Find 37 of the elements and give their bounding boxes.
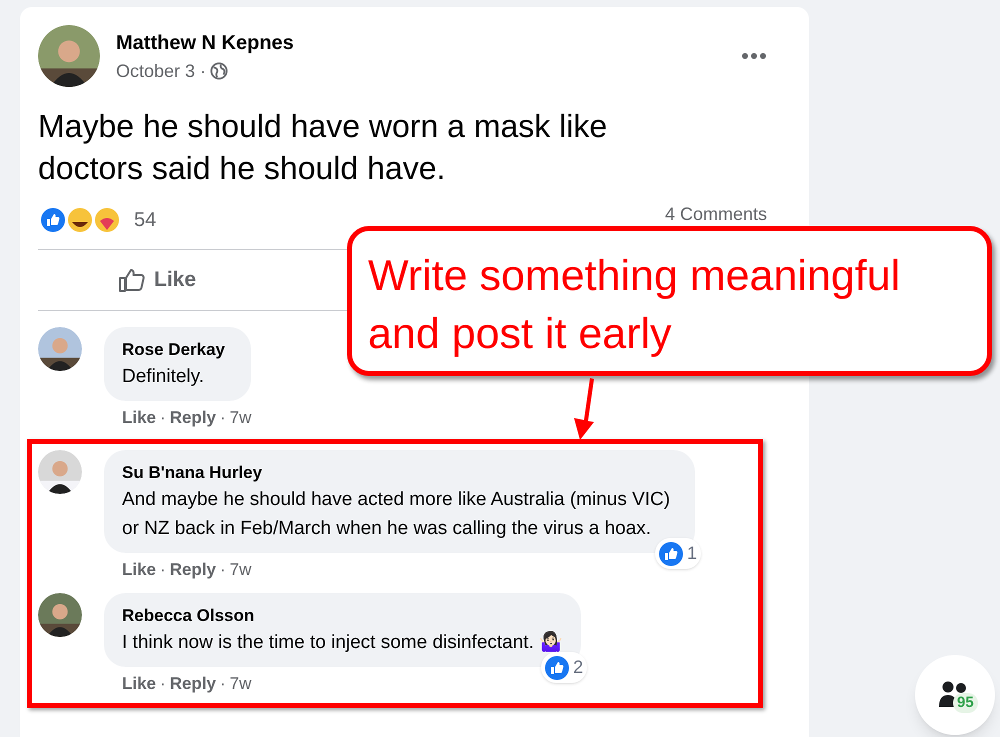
comments-count[interactable]: 4 Comments — [664, 200, 767, 228]
separator-dot: · — [160, 407, 166, 429]
separator-dot: · — [160, 673, 166, 695]
reaction-count[interactable]: 2 — [541, 652, 588, 683]
commenter-name[interactable]: Rebecca Olsson — [122, 602, 564, 628]
comment-text: Definitely. — [122, 365, 206, 389]
comment-age: 7w — [230, 673, 252, 695]
comment-action-link[interactable]: Reply — [170, 671, 216, 696]
globe-icon — [210, 62, 228, 80]
online-count-badge: 95 — [953, 693, 978, 713]
separator-dot: · — [220, 673, 226, 695]
separator-dot: · — [220, 559, 226, 581]
comment-age: 7w — [230, 559, 252, 581]
commenter-name[interactable]: Su B'nana Hurley — [122, 460, 677, 485]
comment-action-link[interactable]: Reply — [170, 405, 216, 430]
comment-action-link[interactable]: Like — [122, 671, 156, 696]
post-text: Maybe he should have worn a mask like doctors said he should have. — [38, 107, 608, 188]
contacts-button[interactable]: 95 — [915, 655, 995, 735]
commenter-name[interactable]: Rose Derkay — [122, 336, 234, 362]
comment-text: And maybe he should have acted more like Australia (minus VIC) or NZ back in Feb/March when he was calling the virus a hoax. — [122, 488, 672, 541]
callout-text: Write something meaningful and post it early — [368, 251, 902, 360]
comment-text: I think now is the time to inject some disinfectant. 🤷🏻‍♀ — [122, 630, 564, 655]
comment-action-link[interactable]: Like — [122, 557, 156, 582]
separator-dot: · — [160, 559, 166, 581]
separator-dot: · — [220, 407, 226, 429]
author-name[interactable]: Matthew N Kepnes — [116, 28, 294, 58]
comment-age: 7w — [230, 407, 252, 429]
thumbs-up-icon — [545, 656, 570, 680]
more-options-icon[interactable] — [741, 52, 767, 60]
like-button[interactable]: Like — [118, 254, 196, 306]
thumbs-up-icon — [658, 542, 683, 566]
thumbs-up-icon — [118, 266, 146, 293]
comment-action-link[interactable]: Like — [122, 405, 156, 430]
reaction-count[interactable]: 54 — [134, 205, 156, 235]
comment-action-link[interactable]: Reply — [170, 557, 216, 582]
post-date[interactable]: October 3 · — [116, 58, 206, 84]
reaction-count[interactable]: 1 — [654, 538, 701, 569]
